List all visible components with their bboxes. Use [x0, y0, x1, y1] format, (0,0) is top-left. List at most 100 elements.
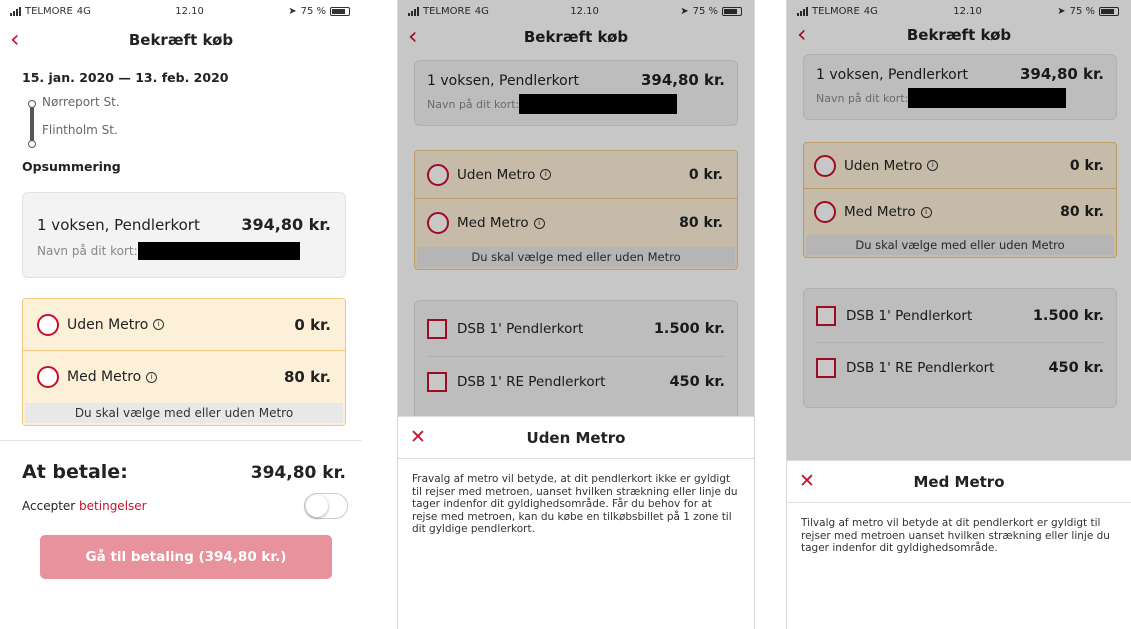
sheet-title: Uden Metro: [526, 428, 626, 447]
addon-dsb-1[interactable]: DSB 1' Pendlerkort 1.500 kr.: [816, 289, 1104, 343]
sheet-header: ✕ Med Metro: [787, 461, 1131, 503]
close-icon[interactable]: ✕: [410, 426, 426, 448]
info-icon[interactable]: i: [146, 371, 158, 383]
nav-bar: ‹ Bekræft køb: [0, 22, 362, 58]
without-metro-price: 0 kr.: [1069, 157, 1104, 174]
screen-without-metro-info: TELMORE 4G 12.10 ➤ 75 % ‹ Bekræft køb 1 …: [397, 0, 755, 629]
option-with-metro[interactable]: Med Metro i 80 kr.: [23, 351, 345, 403]
without-metro-label: Uden Metro: [844, 157, 923, 174]
info-sheet-with-metro: ✕ Med Metro Tilvalg af metro vil betyde …: [787, 460, 1131, 629]
addon-price: 450 kr.: [1048, 360, 1104, 376]
clock: 12.10: [175, 5, 204, 17]
without-metro-label: Uden Metro: [67, 316, 149, 333]
sheet-title: Med Metro: [913, 472, 1005, 491]
product-card: 1 voksen, Pendlerkort 394,80 kr. Navn på…: [803, 54, 1117, 120]
carrier-name: TELMORE: [423, 5, 471, 17]
back-chevron-icon[interactable]: ‹: [797, 21, 807, 47]
info-icon[interactable]: i: [153, 319, 165, 330]
terms-link[interactable]: betingelser: [79, 499, 147, 513]
checkbox-dsb-1[interactable]: [427, 318, 447, 339]
network-type: 4G: [76, 5, 91, 17]
addon-label: DSB 1' RE Pendlerkort: [846, 360, 995, 376]
sheet-text: Fravalg af metro vil betyde, at dit pend…: [412, 473, 738, 535]
addon-dsb-re[interactable]: DSB 1' RE Pendlerkort 450 kr.: [427, 357, 725, 407]
product-card: 1 voksen, Pendlerkort 394,80 kr. Navn på…: [22, 192, 346, 278]
go-to-payment-button[interactable]: Gå til betaling (394,80 kr.): [40, 535, 332, 579]
checkbox-dsb-re[interactable]: [427, 372, 447, 392]
page-title: Bekræft køb: [128, 31, 234, 49]
radio-without-metro[interactable]: [427, 163, 449, 186]
screen-with-metro-info: TELMORE 4G 12.10 ➤ 75 % ‹ Bekræft køb 1 …: [786, 0, 1131, 629]
radio-with-metro[interactable]: [427, 212, 449, 234]
route-from: Nørreport St.: [42, 95, 120, 109]
option-with-metro[interactable]: Med Metro i 80 kr.: [804, 189, 1116, 235]
carrier-name: TELMORE: [812, 5, 860, 17]
option-without-metro[interactable]: Uden Metro i 0 kr.: [804, 143, 1116, 189]
option-without-metro[interactable]: Uden Metro i 0 kr.: [23, 299, 345, 351]
status-bar: TELMORE 4G 12.10 ➤ 75 %: [398, 0, 754, 22]
info-icon[interactable]: i: [920, 206, 932, 218]
metro-options: Uden Metro i 0 kr. Med Metro i 80 kr. Du…: [22, 298, 346, 426]
metro-required-note: Du skal vælge med eller uden Metro: [25, 403, 343, 423]
metro-options: Uden Metro i 0 kr. Med Metro i 80 kr. Du…: [414, 150, 738, 270]
carrier-name: TELMORE: [25, 5, 73, 17]
battery-percent: 75 %: [300, 5, 326, 17]
status-bar: TELMORE 4G 12.10 ➤ 75 %: [787, 0, 1131, 22]
product-name: 1 voksen, Pendlerkort: [816, 67, 968, 83]
network-type: 4G: [863, 5, 878, 17]
info-icon[interactable]: i: [927, 160, 939, 171]
product-price: 394,80 kr.: [1019, 65, 1104, 83]
with-metro-label: Med Metro: [67, 369, 142, 385]
battery-percent: 75 %: [1069, 5, 1095, 17]
location-icon: ➤: [680, 5, 689, 17]
info-icon[interactable]: i: [540, 169, 552, 180]
with-metro-label: Med Metro: [844, 204, 916, 220]
addon-price: 1.500 kr.: [1032, 307, 1104, 324]
radio-with-metro[interactable]: [37, 366, 59, 388]
info-icon[interactable]: i: [533, 217, 545, 229]
addon-label: DSB 1' Pendlerkort: [846, 307, 973, 324]
with-metro-label: Med Metro: [457, 215, 529, 231]
back-chevron-icon[interactable]: ‹: [10, 26, 20, 52]
signal-icon: [797, 6, 808, 16]
addons-card: DSB 1' Pendlerkort 1.500 kr. DSB 1' RE P…: [803, 288, 1117, 408]
addon-dsb-re[interactable]: DSB 1' RE Pendlerkort 450 kr.: [816, 343, 1104, 393]
checkbox-dsb-1[interactable]: [816, 305, 836, 326]
product-card: 1 voksen, Pendlerkort 394,80 kr. Navn på…: [414, 60, 738, 126]
radio-without-metro[interactable]: [37, 313, 59, 336]
back-chevron-icon[interactable]: ‹: [408, 23, 418, 49]
page-title: Bekræft køb: [906, 26, 1012, 44]
page-title: Bekræft køb: [523, 28, 629, 46]
radio-with-metro[interactable]: [814, 201, 836, 223]
without-metro-label: Uden Metro: [457, 166, 536, 183]
total-row: At betale: 394,80 kr.: [0, 461, 362, 483]
battery-icon: [329, 6, 350, 16]
trip-dates: 15. jan. 2020 — 13. feb. 2020: [22, 70, 229, 85]
card-name-label: Navn på dit kort:: [427, 97, 520, 111]
product-name: 1 voksen, Pendlerkort: [37, 216, 200, 234]
addon-price: 1.500 kr.: [653, 320, 725, 337]
card-name-redacted: [519, 94, 678, 114]
sheet-header: ✕ Uden Metro: [398, 417, 754, 459]
close-icon[interactable]: ✕: [799, 470, 815, 492]
card-name-redacted: [908, 88, 1067, 108]
total-label: At betale:: [22, 461, 128, 483]
network-type: 4G: [474, 5, 489, 17]
option-with-metro[interactable]: Med Metro i 80 kr.: [415, 199, 737, 247]
metro-required-note: Du skal vælge med eller uden Metro: [806, 235, 1114, 255]
checkbox-dsb-re[interactable]: [816, 358, 836, 378]
addon-label: DSB 1' Pendlerkort: [457, 320, 584, 337]
total-amount: 394,80 kr.: [250, 463, 346, 483]
battery-percent: 75 %: [692, 5, 718, 17]
nav-bar: ‹ Bekræft køb: [398, 22, 754, 52]
radio-without-metro[interactable]: [814, 154, 836, 177]
accept-terms-toggle[interactable]: [304, 493, 348, 519]
accept-label: Accepter: [22, 499, 76, 513]
product-price: 394,80 kr.: [241, 215, 331, 234]
addon-dsb-1[interactable]: DSB 1' Pendlerkort 1.500 kr.: [427, 301, 725, 357]
option-without-metro[interactable]: Uden Metro i 0 kr.: [415, 151, 737, 199]
battery-icon: [1098, 6, 1119, 16]
with-metro-price: 80 kr.: [1060, 204, 1104, 220]
location-icon: ➤: [1057, 5, 1066, 17]
clock: 12.10: [953, 5, 982, 17]
